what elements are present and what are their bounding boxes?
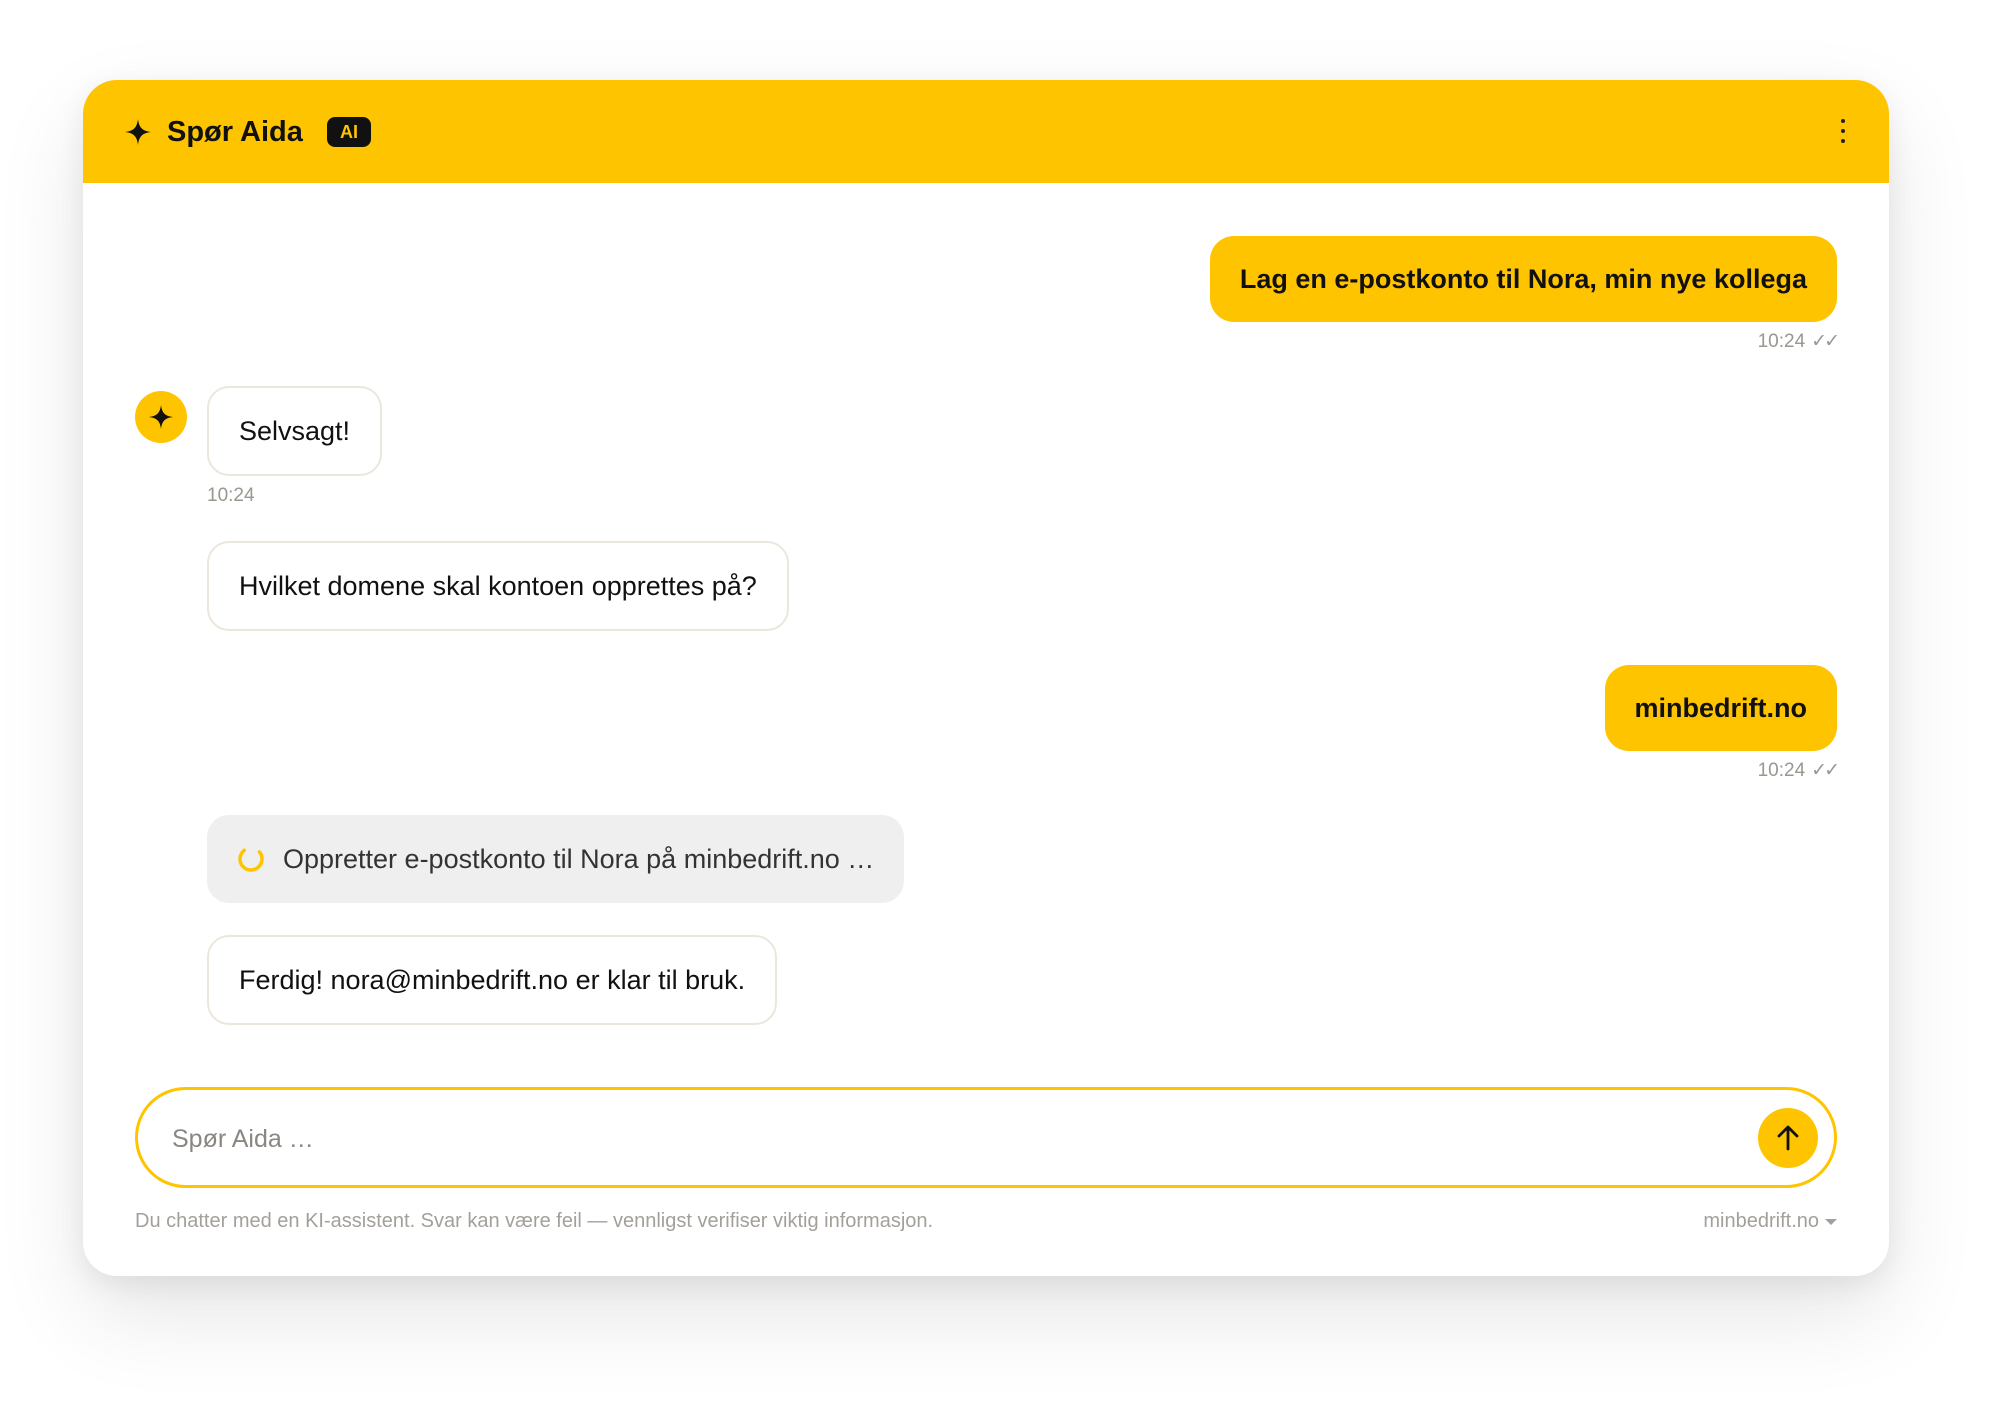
assistant-message: Hvilket domene skal kontoen opprettes på… xyxy=(207,541,789,631)
ai-badge: AI xyxy=(327,117,371,147)
read-receipt-icon: ✓✓ xyxy=(1811,760,1840,781)
message-text: Selvsagt! xyxy=(239,416,351,446)
message-composer xyxy=(135,1087,1837,1188)
assistant-message: Ferdig! nora@minbedrift.no er klar til b… xyxy=(207,935,778,1025)
disclaimer-text: Du chatter med en KI-assistent. Svar kan… xyxy=(135,1210,934,1232)
status-message: Oppretter e-postkonto til Nora på minbed… xyxy=(207,815,905,903)
sparkle-icon xyxy=(125,119,151,145)
message-text: Lag en e-postkonto til Nora, min nye kol… xyxy=(1239,264,1807,294)
message-text: Ferdig! nora@minbedrift.no er klar til b… xyxy=(239,965,746,995)
more-vertical-icon xyxy=(1841,119,1845,123)
more-options-button[interactable] xyxy=(1833,111,1853,151)
message-timestamp: 10:24 ✓✓ xyxy=(1757,760,1840,781)
assistant-avatar xyxy=(135,391,187,443)
loading-spinner-icon xyxy=(238,846,264,872)
domain-selector[interactable]: minbedrift.no xyxy=(1703,1210,1837,1233)
chat-input[interactable] xyxy=(170,1114,1674,1164)
assistant-message: Selvsagt! xyxy=(207,386,383,476)
stage: Spør Aida AI Lag en e-postkonto til Nora… xyxy=(0,0,1998,1428)
domain-label: minbedrift.no xyxy=(1703,1210,1819,1232)
user-message: minbedrift.no xyxy=(1604,665,1837,751)
send-button[interactable] xyxy=(1758,1108,1818,1168)
sparkle-icon xyxy=(149,405,173,429)
user-message: Lag en e-postkonto til Nora, min nye kol… xyxy=(1209,236,1837,322)
chat-title: Spør Aida xyxy=(167,116,303,148)
message-text: Hvilket domene skal kontoen opprettes på… xyxy=(239,571,757,601)
message-timestamp: 10:24 ✓✓ xyxy=(1757,331,1840,352)
arrow-up-icon xyxy=(1777,1125,1799,1151)
read-receipt-icon: ✓✓ xyxy=(1811,331,1840,352)
message-timestamp: 10:24 xyxy=(207,485,255,506)
message-text: Oppretter e-postkonto til Nora på minbed… xyxy=(283,844,875,874)
chat-header: Spør Aida AI xyxy=(83,80,1889,183)
message-text: minbedrift.no xyxy=(1634,693,1807,723)
chevron-down-icon xyxy=(1825,1218,1837,1225)
chat-window: Spør Aida AI Lag en e-postkonto til Nora… xyxy=(83,80,1889,1276)
